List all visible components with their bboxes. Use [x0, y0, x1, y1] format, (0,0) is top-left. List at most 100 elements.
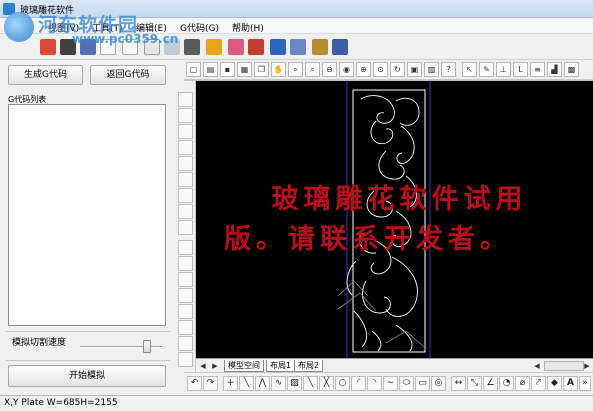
layer-icon[interactable]: ▣: [407, 62, 422, 77]
save-disk-icon[interactable]: ▪: [220, 62, 235, 77]
linewidth-icon[interactable]: ≡: [530, 62, 545, 77]
dim-angle-icon[interactable]: ∠: [483, 376, 498, 391]
dim-aligned-icon[interactable]: ⤡: [467, 376, 482, 391]
hscroll-right-icon[interactable]: ▶: [582, 361, 592, 371]
undo-icon[interactable]: ↶: [187, 376, 202, 391]
extend-tool-icon[interactable]: [178, 272, 193, 287]
zoom-all-icon[interactable]: ⊙: [373, 62, 388, 77]
array-tool-icon[interactable]: [178, 156, 193, 171]
dim-radius-icon[interactable]: ◔: [499, 376, 514, 391]
open-folder-icon[interactable]: ▤: [203, 62, 218, 77]
rectangle-icon[interactable]: ▭: [415, 376, 430, 391]
play-icon[interactable]: [270, 39, 286, 55]
pan-hand-icon[interactable]: ✋: [271, 62, 286, 77]
tab-scroll-left-icon[interactable]: ◀: [198, 361, 208, 371]
chart-icon[interactable]: ▟: [547, 62, 562, 77]
block-icon[interactable]: ◆: [547, 376, 562, 391]
settings-icon[interactable]: [248, 39, 264, 55]
tab-layout-1[interactable]: 布局1: [266, 360, 296, 372]
chamfer-tool-icon[interactable]: [178, 304, 193, 319]
view-eye-icon[interactable]: ◉: [339, 62, 354, 77]
polyline-icon[interactable]: ⋀: [255, 376, 270, 391]
trial-watermark-line1: 玻璃雕花软件试用: [271, 184, 528, 215]
offset-tool-icon[interactable]: [178, 140, 193, 155]
speed-slider-thumb[interactable]: [143, 340, 151, 353]
hscroll-left-icon[interactable]: ◀: [532, 361, 542, 371]
point-icon[interactable]: +: [223, 376, 238, 391]
text-l-button[interactable]: L: [513, 62, 528, 77]
grid-tool-icon[interactable]: [178, 172, 193, 187]
line-tool-icon[interactable]: [178, 92, 193, 107]
watermark-logo: [4, 12, 34, 42]
help-arrow-icon[interactable]: ?: [441, 62, 456, 77]
hatch-icon[interactable]: ▧: [287, 376, 302, 391]
zoom-prev-icon[interactable]: ⌕: [305, 62, 320, 77]
info-icon[interactable]: [312, 39, 328, 55]
leader-icon[interactable]: ⤤: [531, 376, 546, 391]
donut-icon[interactable]: ◎: [431, 376, 446, 391]
speed-slider[interactable]: [80, 340, 162, 353]
mirror-icon[interactable]: [228, 39, 244, 55]
move-tool-icon[interactable]: [178, 188, 193, 203]
mirror-tool-icon[interactable]: [178, 124, 193, 139]
vertical-toolbar: [176, 80, 196, 376]
tab-scroll-right-icon[interactable]: ▶: [210, 361, 220, 371]
tool-icon[interactable]: [206, 39, 222, 55]
stretch-tool-icon[interactable]: [178, 240, 193, 255]
break-tool-icon[interactable]: [178, 288, 193, 303]
xline-icon[interactable]: ╳: [319, 376, 334, 391]
more-tools-icon[interactable]: »: [579, 376, 591, 391]
horizontal-scrollbar[interactable]: [544, 361, 584, 371]
image-icon[interactable]: ▩: [564, 62, 579, 77]
draw-tools-toolbar: ↶ ↷ + ╲ ⋀ ∿ ▧ ╲ ╳ ○ ◜ ◝ ∼ ⬭ ▭ ◎ ↔ ⤡ ∠ ◔ …: [184, 372, 593, 394]
start-simulation-button[interactable]: 开始模拟: [8, 365, 166, 387]
line-icon[interactable]: ╲: [239, 376, 254, 391]
fillet-tool-icon[interactable]: [178, 320, 193, 335]
monitor-icon[interactable]: [332, 39, 348, 55]
zoom-out-icon[interactable]: ⊖: [322, 62, 337, 77]
redo-icon[interactable]: ↷: [203, 376, 218, 391]
pencil-icon[interactable]: ✎: [479, 62, 494, 77]
props-icon[interactable]: ▨: [424, 62, 439, 77]
open-icon[interactable]: [40, 39, 56, 55]
measure-icon[interactable]: ⊥: [496, 62, 511, 77]
layer-tool-icon[interactable]: [178, 352, 193, 367]
arc-3pt-icon[interactable]: ◝: [367, 376, 382, 391]
menu-gcode[interactable]: G代码(G): [180, 21, 219, 34]
trim-tool-icon[interactable]: [178, 256, 193, 271]
divider: [6, 331, 170, 332]
status-text: X,Y Plate W=685H=2155: [4, 398, 118, 408]
speed-label: 模拟切割速度: [12, 338, 67, 348]
arc-icon[interactable]: ◜: [351, 376, 366, 391]
copy-icon[interactable]: ❐: [254, 62, 269, 77]
help-icon[interactable]: [290, 39, 306, 55]
explode-tool-icon[interactable]: [178, 336, 193, 351]
circle-icon[interactable]: ○: [335, 376, 350, 391]
generate-gcode-button[interactable]: 生成G代码: [8, 65, 83, 85]
new-file-icon[interactable]: ▢: [186, 62, 201, 77]
spline-icon[interactable]: ∿: [271, 376, 286, 391]
ray-icon[interactable]: ╲: [303, 376, 318, 391]
text-a-button[interactable]: A: [563, 376, 578, 391]
gcode-list[interactable]: [8, 104, 166, 326]
zoom-window-icon[interactable]: ⌕: [288, 62, 303, 77]
select-arrow-icon[interactable]: ↖: [462, 62, 477, 77]
redraw-icon[interactable]: ↻: [390, 62, 405, 77]
dim-diameter-icon[interactable]: ⌀: [515, 376, 530, 391]
tab-layout-2[interactable]: 布局2: [294, 360, 324, 372]
wave-icon[interactable]: ∼: [383, 376, 398, 391]
dim-linear-icon[interactable]: ↔: [451, 376, 466, 391]
copy-tool-icon[interactable]: [178, 108, 193, 123]
zoom-in-icon[interactable]: ⊕: [356, 62, 371, 77]
delete-icon[interactable]: [184, 39, 200, 55]
rotate-tool-icon[interactable]: [178, 204, 193, 219]
trial-watermark-line2: 版。请联系开发者。: [224, 224, 512, 255]
drawing-canvas[interactable]: 玻璃雕花软件试用 版。请联系开发者。: [196, 81, 593, 358]
tab-model-space[interactable]: 模型空间: [224, 360, 264, 372]
print-page-icon[interactable]: ▦: [237, 62, 252, 77]
left-panel: 生成G代码 返回G代码 G代码列表 模拟切割速度 开始模拟: [0, 60, 176, 396]
scale-tool-icon[interactable]: [178, 220, 193, 235]
ellipse-icon[interactable]: ⬭: [399, 376, 414, 391]
menu-help[interactable]: 帮助(H): [232, 21, 264, 34]
back-gcode-button[interactable]: 返回G代码: [90, 65, 166, 85]
